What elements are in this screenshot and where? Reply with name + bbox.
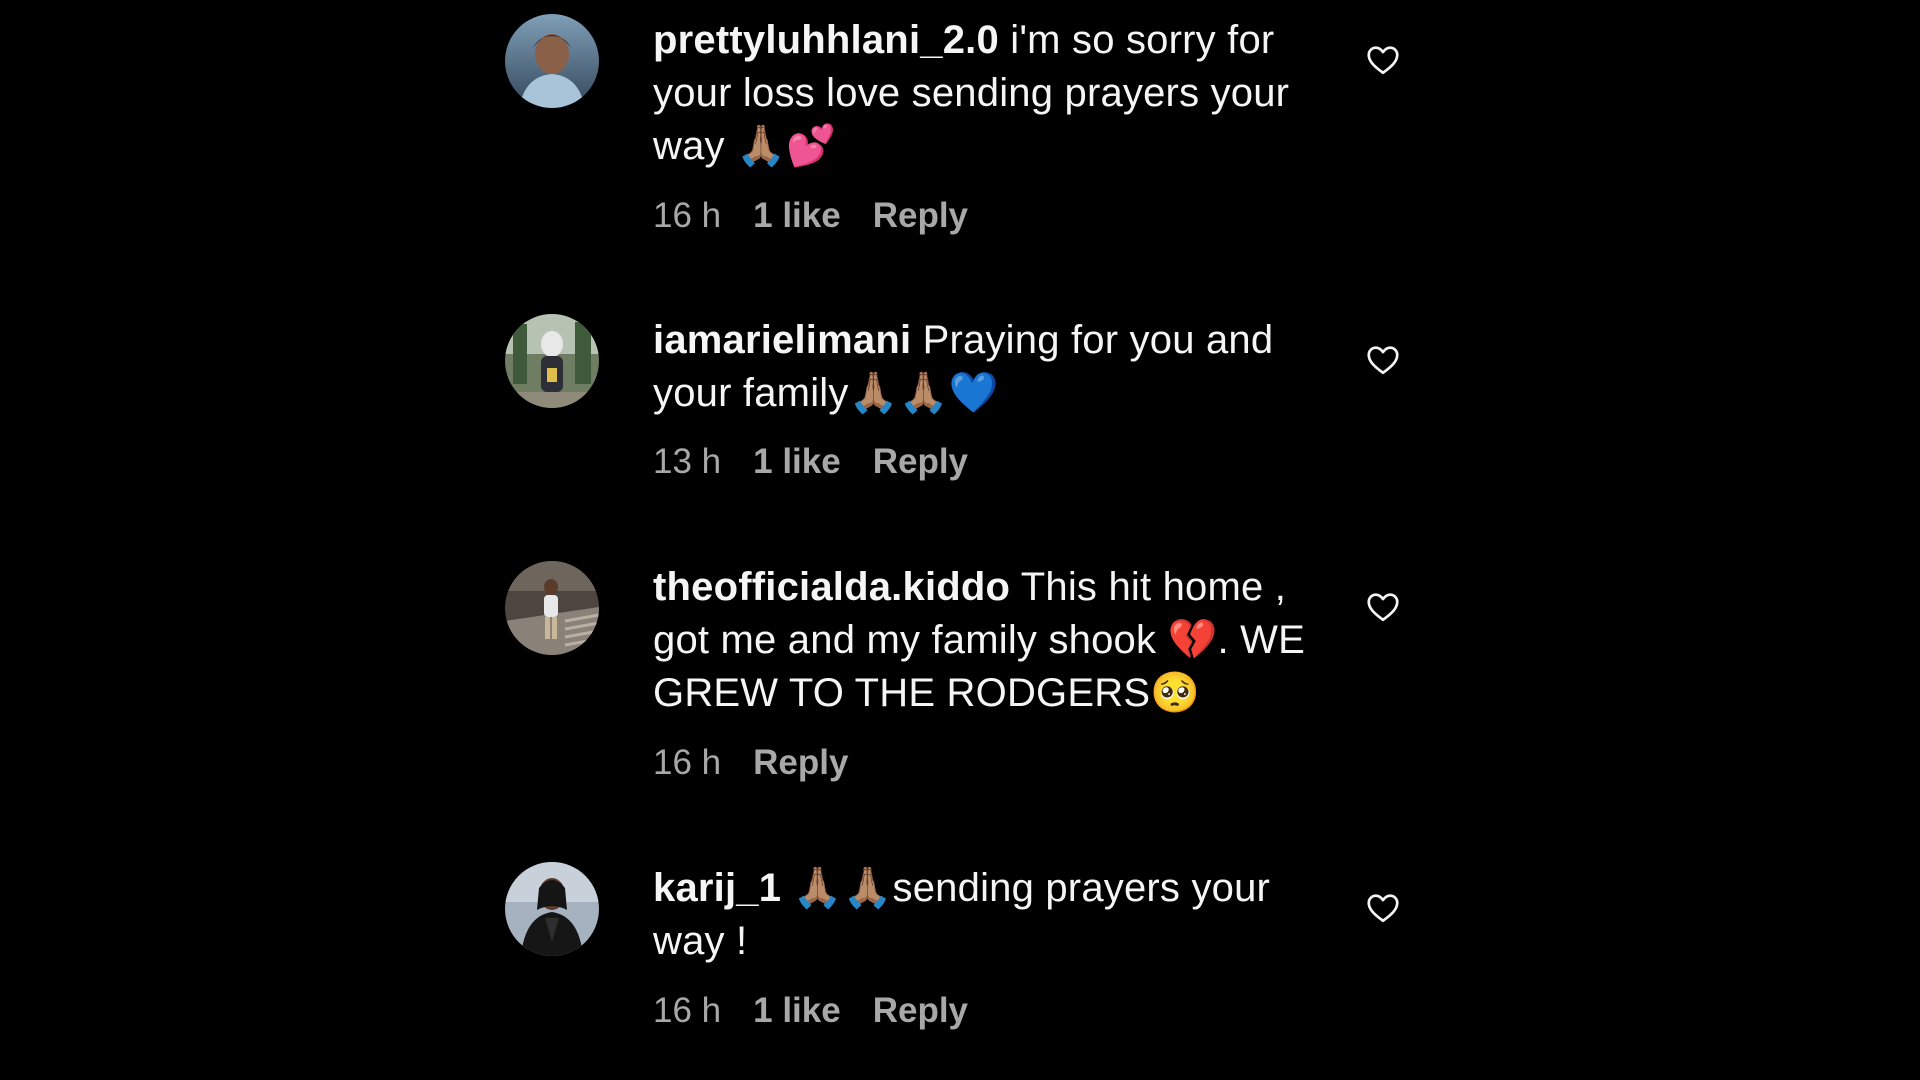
reply-button[interactable]: Reply [873,442,968,482]
comment-username[interactable]: prettyluhhlani_2.0 [653,18,999,62]
comment-likes[interactable]: 1 like [753,991,841,1031]
comment-meta: 16 h 1 like Reply [653,196,1328,236]
comment-text: karij_1 🙏🏽🙏🏽sending prayers your way ! [653,862,1328,968]
comment-username[interactable]: karij_1 [653,866,781,910]
comment-meta: 13 h 1 like Reply [653,442,1328,482]
comment-meta: 16 h Reply [653,743,1328,783]
comment-likes[interactable]: 1 like [753,442,841,482]
comment-text: theofficialda.kiddo This hit home , got … [653,561,1328,720]
comment-text: prettyluhhlani_2.0 i'm so sorry for your… [653,14,1328,173]
reply-button[interactable]: Reply [873,196,968,236]
comment-username[interactable]: iamarielimani [653,318,911,362]
heart-outline-icon[interactable] [1365,589,1401,625]
comment-time: 16 h [653,991,722,1030]
comment-time: 16 h [653,743,722,782]
heart-outline-icon[interactable] [1365,890,1401,926]
comment-time: 16 h [653,196,722,235]
reply-button[interactable]: Reply [873,991,968,1031]
comment-username[interactable]: theofficialda.kiddo [653,565,1010,609]
comment-time: 13 h [653,442,722,481]
comment-content: karij_1 🙏🏽🙏🏽sending prayers your way ! 1… [653,862,1328,1031]
heart-outline-icon[interactable] [1365,342,1401,378]
comment-content: prettyluhhlani_2.0 i'm so sorry for your… [653,14,1328,236]
comment-meta: 16 h 1 like Reply [653,991,1328,1031]
reply-button[interactable]: Reply [753,743,848,783]
avatar[interactable] [505,561,599,655]
heart-outline-icon[interactable] [1365,42,1401,78]
comment-content: theofficialda.kiddo This hit home , got … [653,561,1328,783]
comment-content: iamarielimani Praying for you and your f… [653,314,1328,482]
comment-text: iamarielimani Praying for you and your f… [653,314,1328,420]
avatar[interactable] [505,862,599,956]
comment-likes[interactable]: 1 like [753,196,841,236]
avatar[interactable] [505,314,599,408]
avatar[interactable] [505,14,599,108]
